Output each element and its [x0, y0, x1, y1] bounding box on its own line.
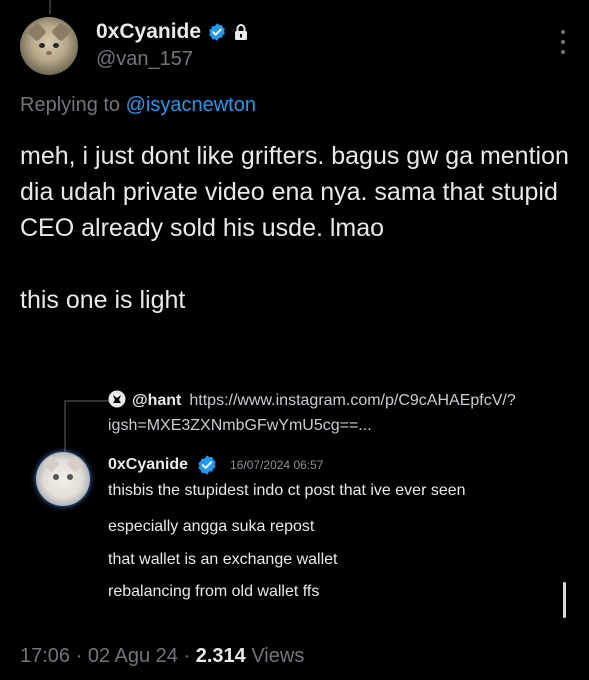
- tweet-body: meh, i just dont like grifters. bagus gw…: [20, 138, 575, 318]
- thread-connector: [49, 0, 51, 14]
- menu-dot: [561, 50, 565, 54]
- cat-ear: [27, 22, 47, 42]
- replying-to: Replying to @isyacnewton: [20, 94, 256, 117]
- replying-prefix: Replying to: [20, 94, 121, 116]
- quoted-date: 16/07/2024 06:57: [230, 458, 324, 472]
- cat-nose: [46, 51, 52, 55]
- more-vertical-icon[interactable]: [559, 30, 567, 54]
- quoted-text-line: that wallet is an exchange wallet: [108, 551, 338, 568]
- quoted-author-avatar[interactable]: [36, 452, 90, 506]
- tweet-timestamp[interactable]: 17:06 · 02 Agu 24 ·: [20, 645, 190, 667]
- views-label: Views: [251, 645, 305, 667]
- author-avatar[interactable]: [20, 17, 78, 75]
- cat-eye: [53, 474, 59, 480]
- menu-dot: [561, 40, 565, 44]
- hant-app-icon: [108, 390, 126, 408]
- cat-ear: [51, 22, 71, 42]
- verified-badge-icon: [198, 455, 216, 475]
- views-count: 2.314: [195, 645, 246, 667]
- scrollbar-thumb[interactable]: [563, 582, 566, 618]
- tweet-meta: 17:06 · 02 Agu 24 · 2.314 Views: [20, 645, 304, 668]
- replying-mention-link[interactable]: @isyacnewton: [126, 94, 256, 116]
- cat-ear: [66, 455, 84, 473]
- quoted-author-row: 0xCyanide 16/07/2024 06:57: [108, 454, 323, 476]
- quoted-header[interactable]: @hant https://www.instagram.com/p/C9cAHAE…: [108, 388, 568, 438]
- quoted-source-name: @hant: [132, 392, 182, 409]
- cat-eye: [67, 474, 73, 480]
- tweet-paragraph: this one is light: [20, 286, 186, 314]
- tweet-paragraph: meh, i just dont like grifters. bagus gw…: [20, 142, 569, 242]
- author-handle[interactable]: @van_157: [96, 48, 193, 71]
- quoted-text-line: rebalancing from old wallet ffs: [108, 583, 320, 600]
- quoted-author-name[interactable]: 0xCyanide: [108, 456, 188, 474]
- verified-badge-icon[interactable]: [207, 22, 227, 42]
- cat-eye: [39, 43, 45, 48]
- author-display-name[interactable]: 0xCyanide: [96, 20, 201, 44]
- cat-ear: [42, 455, 60, 473]
- quoted-text-line: thisbis the stupidest indo ct post that …: [108, 482, 466, 499]
- quoted-text-line: especially angga suka repost: [108, 518, 315, 535]
- author-name-row: 0xCyanide: [96, 20, 249, 44]
- menu-dot: [561, 30, 565, 34]
- cat-eye: [53, 43, 59, 48]
- lock-icon: [235, 24, 248, 40]
